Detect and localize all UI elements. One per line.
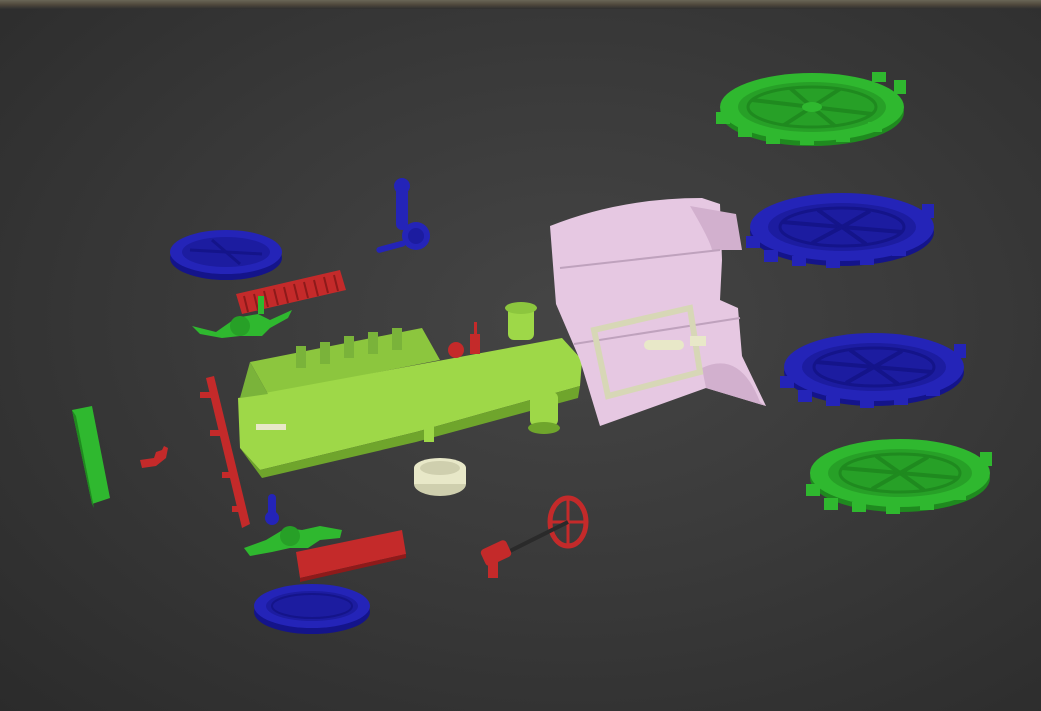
front-wheel-blue-top[interactable] <box>170 230 282 280</box>
blue-crank-part[interactable] <box>376 178 430 254</box>
steering-wheel[interactable] <box>480 495 589 578</box>
rear-wheel-blue-2[interactable] <box>780 333 966 408</box>
cab-housing[interactable] <box>550 198 766 426</box>
exploded-tractor-model[interactable] <box>0 0 1041 711</box>
front-wheel-blue-bottom[interactable] <box>254 584 370 634</box>
cream-drum[interactable] <box>414 458 466 496</box>
rear-wheel-blue-1[interactable] <box>746 193 934 268</box>
boiler-body[interactable] <box>238 302 582 478</box>
front-bumper[interactable] <box>72 406 110 508</box>
red-small-parts[interactable] <box>448 322 480 358</box>
3d-viewport[interactable] <box>0 0 1041 711</box>
red-small-crank[interactable] <box>140 446 168 468</box>
rear-wheel-green-top[interactable] <box>716 72 906 146</box>
rear-wheel-green-bottom[interactable] <box>806 439 992 514</box>
